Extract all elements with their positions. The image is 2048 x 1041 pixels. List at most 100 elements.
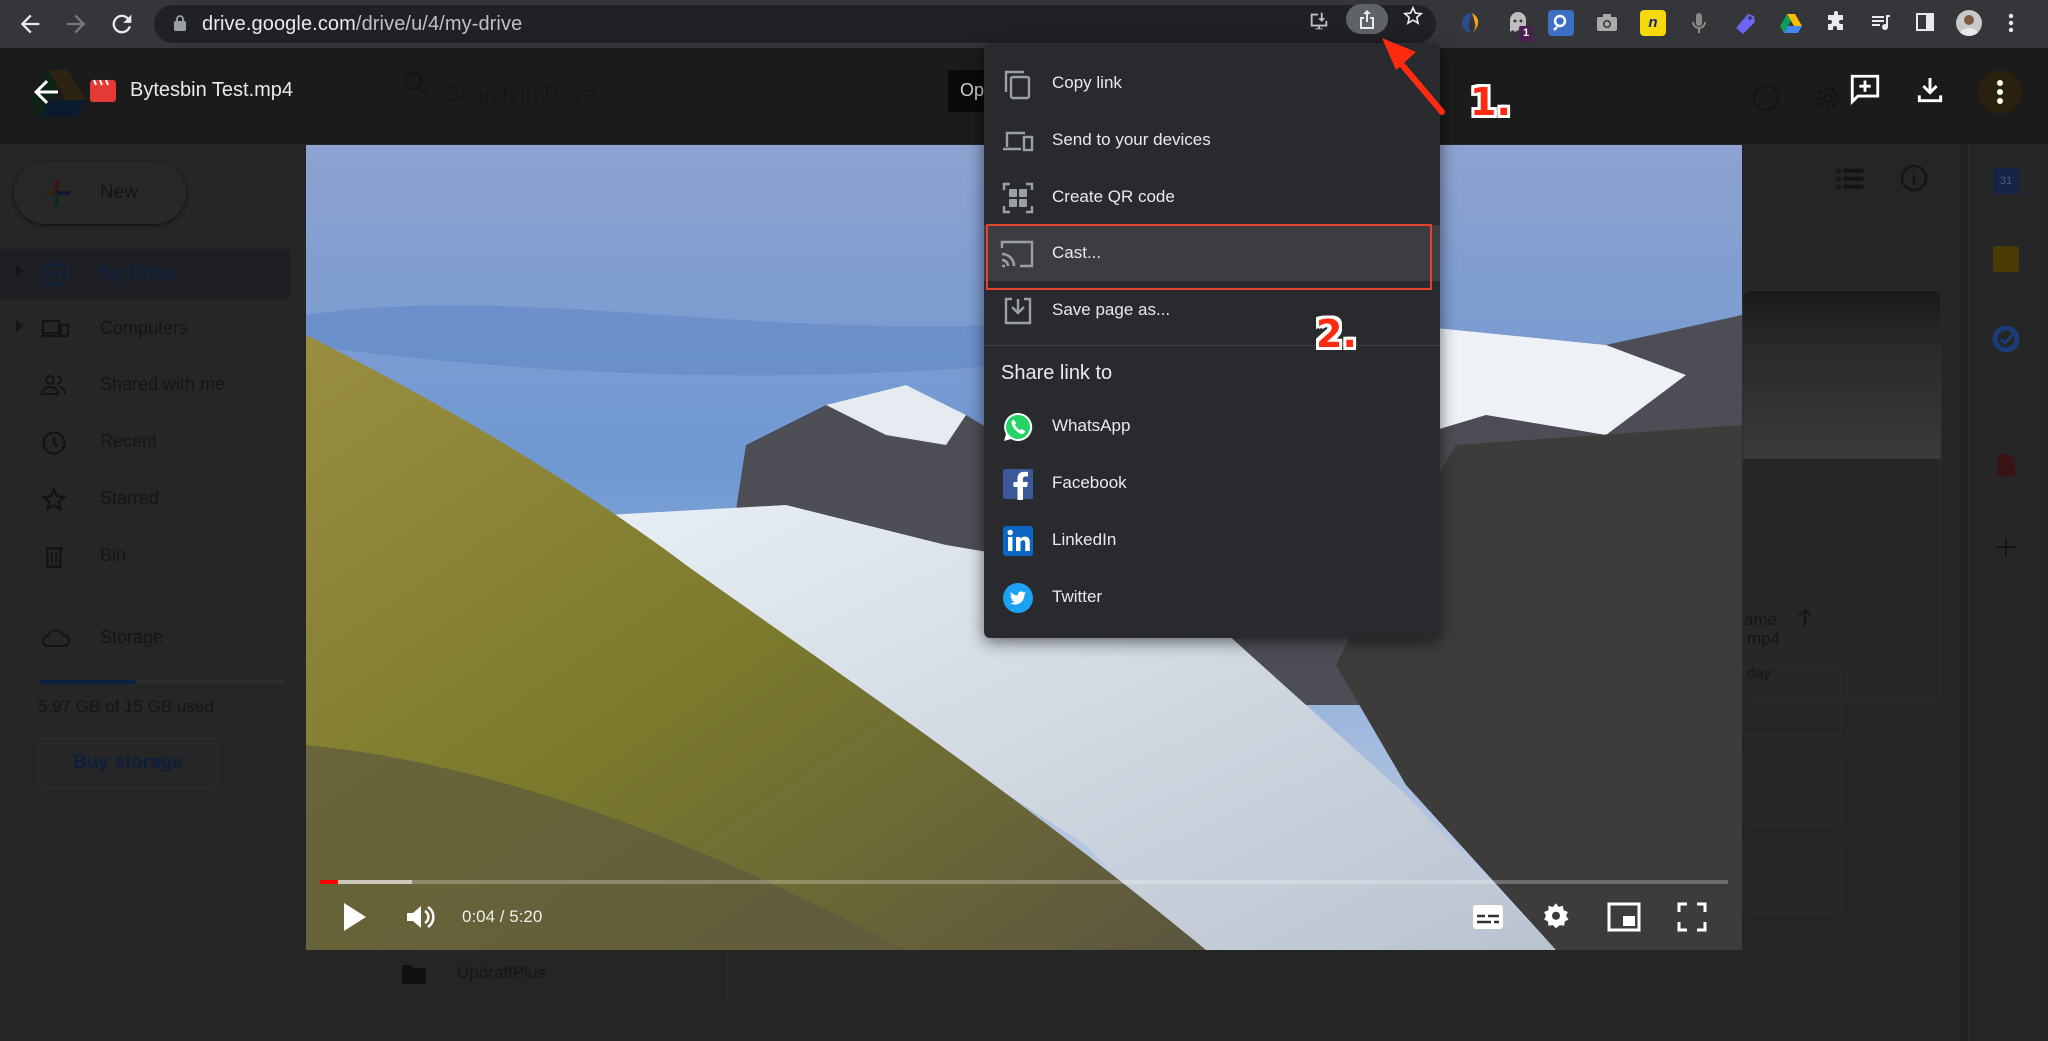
help-icon: ? bbox=[1750, 82, 1782, 119]
video-time-display: 0:04 / 5:20 bbox=[462, 907, 543, 926]
extension-drive-button[interactable] bbox=[1778, 10, 1804, 36]
settings-icon bbox=[1812, 82, 1844, 119]
forward-button[interactable] bbox=[62, 10, 90, 38]
media-queue-icon bbox=[1872, 15, 1890, 31]
share-target-twitter[interactable]: Twitter bbox=[984, 569, 1440, 625]
extension-tag-button[interactable] bbox=[1732, 10, 1758, 36]
add-comment-icon bbox=[1850, 74, 1880, 106]
install-icon bbox=[1310, 12, 1328, 30]
list-view-icon bbox=[1834, 164, 1866, 197]
lock-icon bbox=[174, 15, 186, 31]
sort-by-name[interactable]: ame bbox=[1744, 610, 1777, 630]
annotation-arrow-1 bbox=[1382, 38, 1445, 115]
annotation-step-1: 1. bbox=[1470, 80, 1511, 124]
captions-button[interactable] bbox=[1468, 897, 1508, 937]
side-panel-icon bbox=[1916, 13, 1934, 31]
sidebar-item-recent[interactable]: Recent bbox=[0, 417, 290, 467]
drive-sidebar: New My Drive Computers Shared with me Re… bbox=[0, 144, 300, 1041]
cast-highlight-box bbox=[986, 224, 1432, 290]
folder-card-updraftplus[interactable]: UpdraftPlus bbox=[378, 944, 728, 1004]
save-icon bbox=[1004, 297, 1032, 325]
keep-app-icon[interactable] bbox=[1993, 246, 2019, 272]
qr-code-icon bbox=[1002, 182, 1034, 214]
back-button[interactable] bbox=[16, 10, 44, 38]
calendar-app-icon[interactable]: 31 bbox=[1993, 168, 2019, 194]
folder-card[interactable] bbox=[1742, 755, 1842, 825]
new-button[interactable]: New bbox=[14, 162, 186, 224]
extension-camera-button[interactable] bbox=[1594, 10, 1620, 36]
bookmark-star-button[interactable] bbox=[1398, 5, 1428, 33]
share-menu: Copy link Send to your devices Create QR… bbox=[984, 44, 1440, 638]
share-link-heading: Share link to bbox=[1001, 362, 1113, 384]
extension-1-button[interactable] bbox=[1459, 10, 1485, 36]
close-viewer-button[interactable] bbox=[28, 74, 68, 114]
folder-card[interactable] bbox=[1742, 666, 1842, 736]
tasks-app-icon[interactable] bbox=[1991, 324, 2021, 354]
menu-item-save-page-as[interactable]: Save page as... bbox=[984, 282, 1440, 338]
devices-icon bbox=[1003, 131, 1034, 152]
microphone-icon bbox=[1692, 13, 1706, 33]
fullscreen-button[interactable] bbox=[1672, 897, 1712, 937]
n-logo-icon: n bbox=[1648, 14, 1658, 31]
sidebar-item-computers[interactable]: Computers bbox=[0, 304, 290, 354]
whatsapp-icon bbox=[1004, 412, 1033, 441]
kebab-menu-icon bbox=[2008, 13, 2014, 33]
miniplayer-button[interactable] bbox=[1604, 897, 1644, 937]
add-addon-icon[interactable] bbox=[1993, 534, 2019, 560]
people-icon bbox=[40, 372, 68, 400]
file-card[interactable]: mp4 day bbox=[1742, 290, 1942, 704]
video-progress-bar[interactable] bbox=[320, 880, 1728, 884]
cloud-icon bbox=[40, 625, 70, 653]
share-target-linkedin[interactable]: LinkedIn bbox=[984, 512, 1440, 568]
mute-button[interactable] bbox=[400, 897, 440, 937]
back-arrow-icon bbox=[34, 80, 58, 104]
open-with-button[interactable]: Op bbox=[948, 70, 988, 112]
sidebar-item-starred[interactable]: Starred bbox=[0, 474, 290, 524]
profile-avatar[interactable] bbox=[1956, 10, 1982, 36]
extensions-menu-button[interactable] bbox=[1824, 10, 1850, 36]
gear-icon bbox=[1544, 903, 1569, 929]
ext-swirl-icon bbox=[1462, 13, 1479, 33]
expand-caret-icon bbox=[16, 265, 23, 277]
install-app-button[interactable] bbox=[1304, 10, 1334, 38]
share-target-whatsapp[interactable]: WhatsApp bbox=[984, 398, 1440, 454]
sidebar-item-bin[interactable]: Bin bbox=[0, 531, 290, 581]
reload-icon bbox=[112, 14, 132, 34]
browser-menu-button[interactable] bbox=[1998, 10, 2024, 36]
add-comment-button[interactable] bbox=[1848, 72, 1888, 112]
sidebar-divider bbox=[0, 597, 300, 598]
sidebar-item-storage[interactable]: Storage bbox=[0, 613, 290, 663]
address-bar[interactable]: drive.google.com/drive/u/4/my-drive bbox=[154, 5, 1436, 43]
video-played-fill bbox=[320, 880, 338, 884]
extension-badge: 1 bbox=[1519, 26, 1533, 42]
play-button[interactable] bbox=[334, 897, 374, 937]
download-icon bbox=[1917, 78, 1943, 103]
menu-item-create-qr-code[interactable]: Create QR code bbox=[984, 169, 1440, 225]
share-icon bbox=[1360, 10, 1374, 29]
share-target-facebook[interactable]: Facebook bbox=[984, 455, 1440, 511]
media-control-button[interactable] bbox=[1868, 10, 1894, 36]
search-input[interactable]: Search in Drive bbox=[445, 82, 595, 108]
buy-storage-button[interactable]: Buy storage bbox=[38, 738, 218, 788]
side-panel-button[interactable] bbox=[1912, 10, 1938, 36]
folder-card[interactable] bbox=[1742, 844, 1842, 914]
picture-in-picture-icon bbox=[1607, 902, 1641, 932]
extension-n-button[interactable]: n bbox=[1640, 10, 1666, 36]
google-drive-icon bbox=[1780, 14, 1802, 33]
sidebar-item-shared-with-me[interactable]: Shared with me bbox=[0, 360, 290, 410]
url-text[interactable]: drive.google.com/drive/u/4/my-drive bbox=[202, 13, 522, 36]
extension-ghostery-button[interactable]: 1 bbox=[1505, 10, 1533, 42]
more-options-button[interactable] bbox=[1978, 70, 2022, 114]
extension-search-button[interactable] bbox=[1548, 10, 1574, 36]
captions-icon bbox=[1473, 905, 1503, 929]
video-settings-button[interactable] bbox=[1536, 897, 1576, 937]
twitter-icon bbox=[1003, 583, 1033, 613]
extension-mic-button[interactable] bbox=[1686, 10, 1712, 36]
download-button[interactable] bbox=[1914, 74, 1954, 114]
pdf-addon-icon[interactable] bbox=[1995, 452, 2017, 478]
storage-usage-bar bbox=[38, 680, 286, 684]
reload-button[interactable] bbox=[108, 10, 136, 38]
plus-icon bbox=[44, 180, 70, 206]
sidebar-item-my-drive[interactable]: My Drive bbox=[0, 249, 290, 299]
menu-item-send-to-devices[interactable]: Send to your devices bbox=[984, 112, 1440, 168]
